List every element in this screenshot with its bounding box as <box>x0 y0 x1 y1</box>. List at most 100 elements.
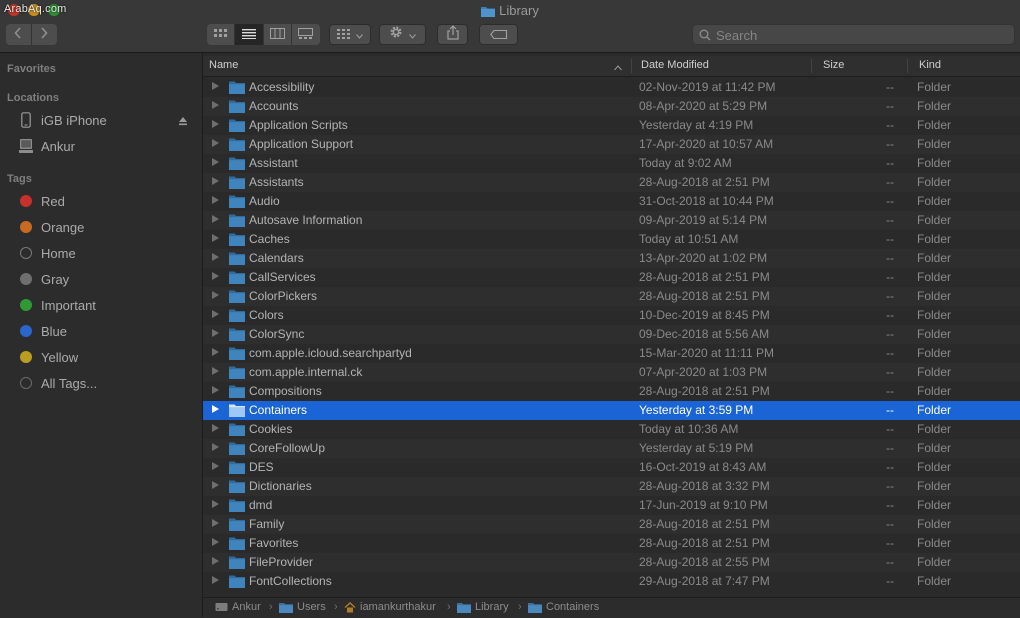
list-view-button[interactable] <box>235 24 264 45</box>
file-kind: Folder <box>917 498 952 512</box>
sidebar-item-iphone[interactable]: iGB iPhone <box>0 109 202 131</box>
table-row[interactable]: Colors 10-Dec-2019 at 8:45 PM -- Folder <box>203 306 1020 325</box>
path-crumb[interactable]: Containers <box>528 601 599 613</box>
disk-icon <box>215 602 228 612</box>
disclosure-triangle-icon[interactable] <box>212 329 219 337</box>
sidebar-all-tags[interactable]: All Tags... <box>0 372 202 394</box>
action-menu-button[interactable] <box>379 24 426 45</box>
disclosure-triangle-icon[interactable] <box>212 120 219 128</box>
table-row[interactable]: Calendars 13-Apr-2020 at 1:02 PM -- Folder <box>203 249 1020 268</box>
file-kind: Folder <box>917 460 952 474</box>
disclosure-triangle-icon[interactable] <box>212 234 219 242</box>
table-row[interactable]: Accessibility 02-Nov-2019 at 11:42 PM -- Fo… <box>203 78 1020 97</box>
table-row[interactable]: FontCollections 29-Aug-2018 at 7:47 PM -- F… <box>203 572 1020 591</box>
table-row[interactable]: Compositions 28-Aug-2018 at 2:51 PM -- Fold… <box>203 382 1020 401</box>
sidebar-tag-red[interactable]: Red <box>0 190 202 212</box>
table-row[interactable]: Containers Yesterday at 3:59 PM -- Folder <box>203 401 1020 420</box>
table-row[interactable]: Accounts 08-Apr-2020 at 5:29 PM -- Folder <box>203 97 1020 116</box>
share-button[interactable] <box>437 24 468 45</box>
table-row[interactable]: Application Scripts Yesterday at 4:19 PM -… <box>203 116 1020 135</box>
edit-tags-button[interactable] <box>479 24 518 45</box>
column-header-size[interactable]: Size <box>823 59 844 71</box>
folder-icon <box>229 536 245 553</box>
disclosure-triangle-icon[interactable] <box>212 82 219 90</box>
sidebar-item-ankur[interactable]: Ankur <box>0 135 202 157</box>
disclosure-triangle-icon[interactable] <box>212 538 219 546</box>
path-crumb[interactable]: Ankur <box>215 601 261 613</box>
path-crumb[interactable]: iamankurthakur <box>344 601 436 613</box>
sidebar-tag-important[interactable]: Important <box>0 294 202 316</box>
disclosure-triangle-icon[interactable] <box>212 215 219 223</box>
table-row[interactable]: Caches Today at 10:51 AM -- Folder <box>203 230 1020 249</box>
disclosure-triangle-icon[interactable] <box>212 519 219 527</box>
disclosure-triangle-icon[interactable] <box>212 405 219 413</box>
file-date-modified: 28-Aug-2018 at 2:51 PM <box>639 270 770 284</box>
eject-icon[interactable] <box>178 114 188 129</box>
sidebar-tag-yellow[interactable]: Yellow <box>0 346 202 368</box>
disclosure-triangle-icon[interactable] <box>212 196 219 204</box>
disclosure-triangle-icon[interactable] <box>212 310 219 318</box>
list-lines-icon <box>241 26 256 44</box>
file-date-modified: 16-Oct-2019 at 8:43 AM <box>639 460 767 474</box>
disclosure-triangle-icon[interactable] <box>212 462 219 470</box>
path-crumb[interactable]: Users <box>279 601 326 613</box>
table-row[interactable]: FileProvider 28-Aug-2018 at 2:55 PM -- Fold… <box>203 553 1020 572</box>
column-header-kind[interactable]: Kind <box>919 59 941 71</box>
disclosure-triangle-icon[interactable] <box>212 443 219 451</box>
column-headers: Name Date Modified Size Kind <box>203 56 1020 77</box>
path-crumb[interactable]: Library <box>457 601 509 613</box>
group-by-button[interactable] <box>329 24 371 45</box>
disclosure-triangle-icon[interactable] <box>212 367 219 375</box>
table-row[interactable]: DES 16-Oct-2019 at 8:43 AM -- Folder <box>203 458 1020 477</box>
disclosure-triangle-icon[interactable] <box>212 253 219 261</box>
table-row[interactable]: Autosave Information 09-Apr-2019 at 5:14 … <box>203 211 1020 230</box>
icon-view-button[interactable] <box>207 24 236 45</box>
table-row[interactable]: CoreFollowUp Yesterday at 5:19 PM -- Folder <box>203 439 1020 458</box>
search-field[interactable] <box>692 24 1015 45</box>
table-row[interactable]: Family 28-Aug-2018 at 2:51 PM -- Folder <box>203 515 1020 534</box>
table-row[interactable]: Dictionaries 28-Aug-2018 at 3:32 PM -- Fold… <box>203 477 1020 496</box>
table-row[interactable]: Audio 31-Oct-2018 at 10:44 PM -- Folder <box>203 192 1020 211</box>
table-row[interactable]: com.apple.internal.ck 07-Apr-2020 at 1:03… <box>203 363 1020 382</box>
folder-icon <box>229 460 245 477</box>
sidebar-tag-home[interactable]: Home <box>0 242 202 264</box>
disclosure-triangle-icon[interactable] <box>212 576 219 584</box>
sidebar-tag-gray[interactable]: Gray <box>0 268 202 290</box>
path-crumb-label: Ankur <box>232 601 261 613</box>
disclosure-triangle-icon[interactable] <box>212 291 219 299</box>
disclosure-triangle-icon[interactable] <box>212 481 219 489</box>
disclosure-triangle-icon[interactable] <box>212 272 219 280</box>
back-button[interactable] <box>6 24 32 45</box>
disclosure-triangle-icon[interactable] <box>212 557 219 565</box>
table-row[interactable]: Application Support 17-Apr-2020 at 10:57 … <box>203 135 1020 154</box>
disclosure-triangle-icon[interactable] <box>212 348 219 356</box>
disclosure-triangle-icon[interactable] <box>212 424 219 432</box>
table-row[interactable]: Cookies Today at 10:36 AM -- Folder <box>203 420 1020 439</box>
table-row[interactable]: Assistants 28-Aug-2018 at 2:51 PM -- Folder <box>203 173 1020 192</box>
finder-toolbar: ArabAq.com Library <box>0 0 1020 53</box>
table-row[interactable]: Favorites 28-Aug-2018 at 2:51 PM -- Folder <box>203 534 1020 553</box>
disclosure-triangle-icon[interactable] <box>212 139 219 147</box>
table-row[interactable]: Assistant Today at 9:02 AM -- Folder <box>203 154 1020 173</box>
table-row[interactable]: com.apple.icloud.searchpartyd 15-Mar-2020… <box>203 344 1020 363</box>
table-row[interactable]: ColorSync 09-Dec-2018 at 5:56 AM -- Folder <box>203 325 1020 344</box>
locations-heading: Locations <box>7 92 59 104</box>
disclosure-triangle-icon[interactable] <box>212 177 219 185</box>
forward-button[interactable] <box>32 24 57 45</box>
table-row[interactable]: dmd 17-Jun-2019 at 9:10 PM -- Folder <box>203 496 1020 515</box>
table-row[interactable]: ColorPickers 28-Aug-2018 at 2:51 PM -- Fold… <box>203 287 1020 306</box>
file-date-modified: 08-Apr-2020 at 5:29 PM <box>639 99 768 113</box>
table-row[interactable]: CallServices 28-Aug-2018 at 2:51 PM -- Fold… <box>203 268 1020 287</box>
gallery-view-button[interactable] <box>292 24 320 45</box>
folder-icon <box>229 308 245 325</box>
sidebar-tag-blue[interactable]: Blue <box>0 320 202 342</box>
disclosure-triangle-icon[interactable] <box>212 500 219 508</box>
disclosure-triangle-icon[interactable] <box>212 386 219 394</box>
disclosure-triangle-icon[interactable] <box>212 101 219 109</box>
sidebar-tag-orange[interactable]: Orange <box>0 216 202 238</box>
search-input[interactable] <box>714 26 1008 45</box>
column-header-date[interactable]: Date Modified <box>641 59 709 71</box>
disclosure-triangle-icon[interactable] <box>212 158 219 166</box>
column-view-button[interactable] <box>264 24 292 45</box>
column-header-name[interactable]: Name <box>209 59 238 71</box>
